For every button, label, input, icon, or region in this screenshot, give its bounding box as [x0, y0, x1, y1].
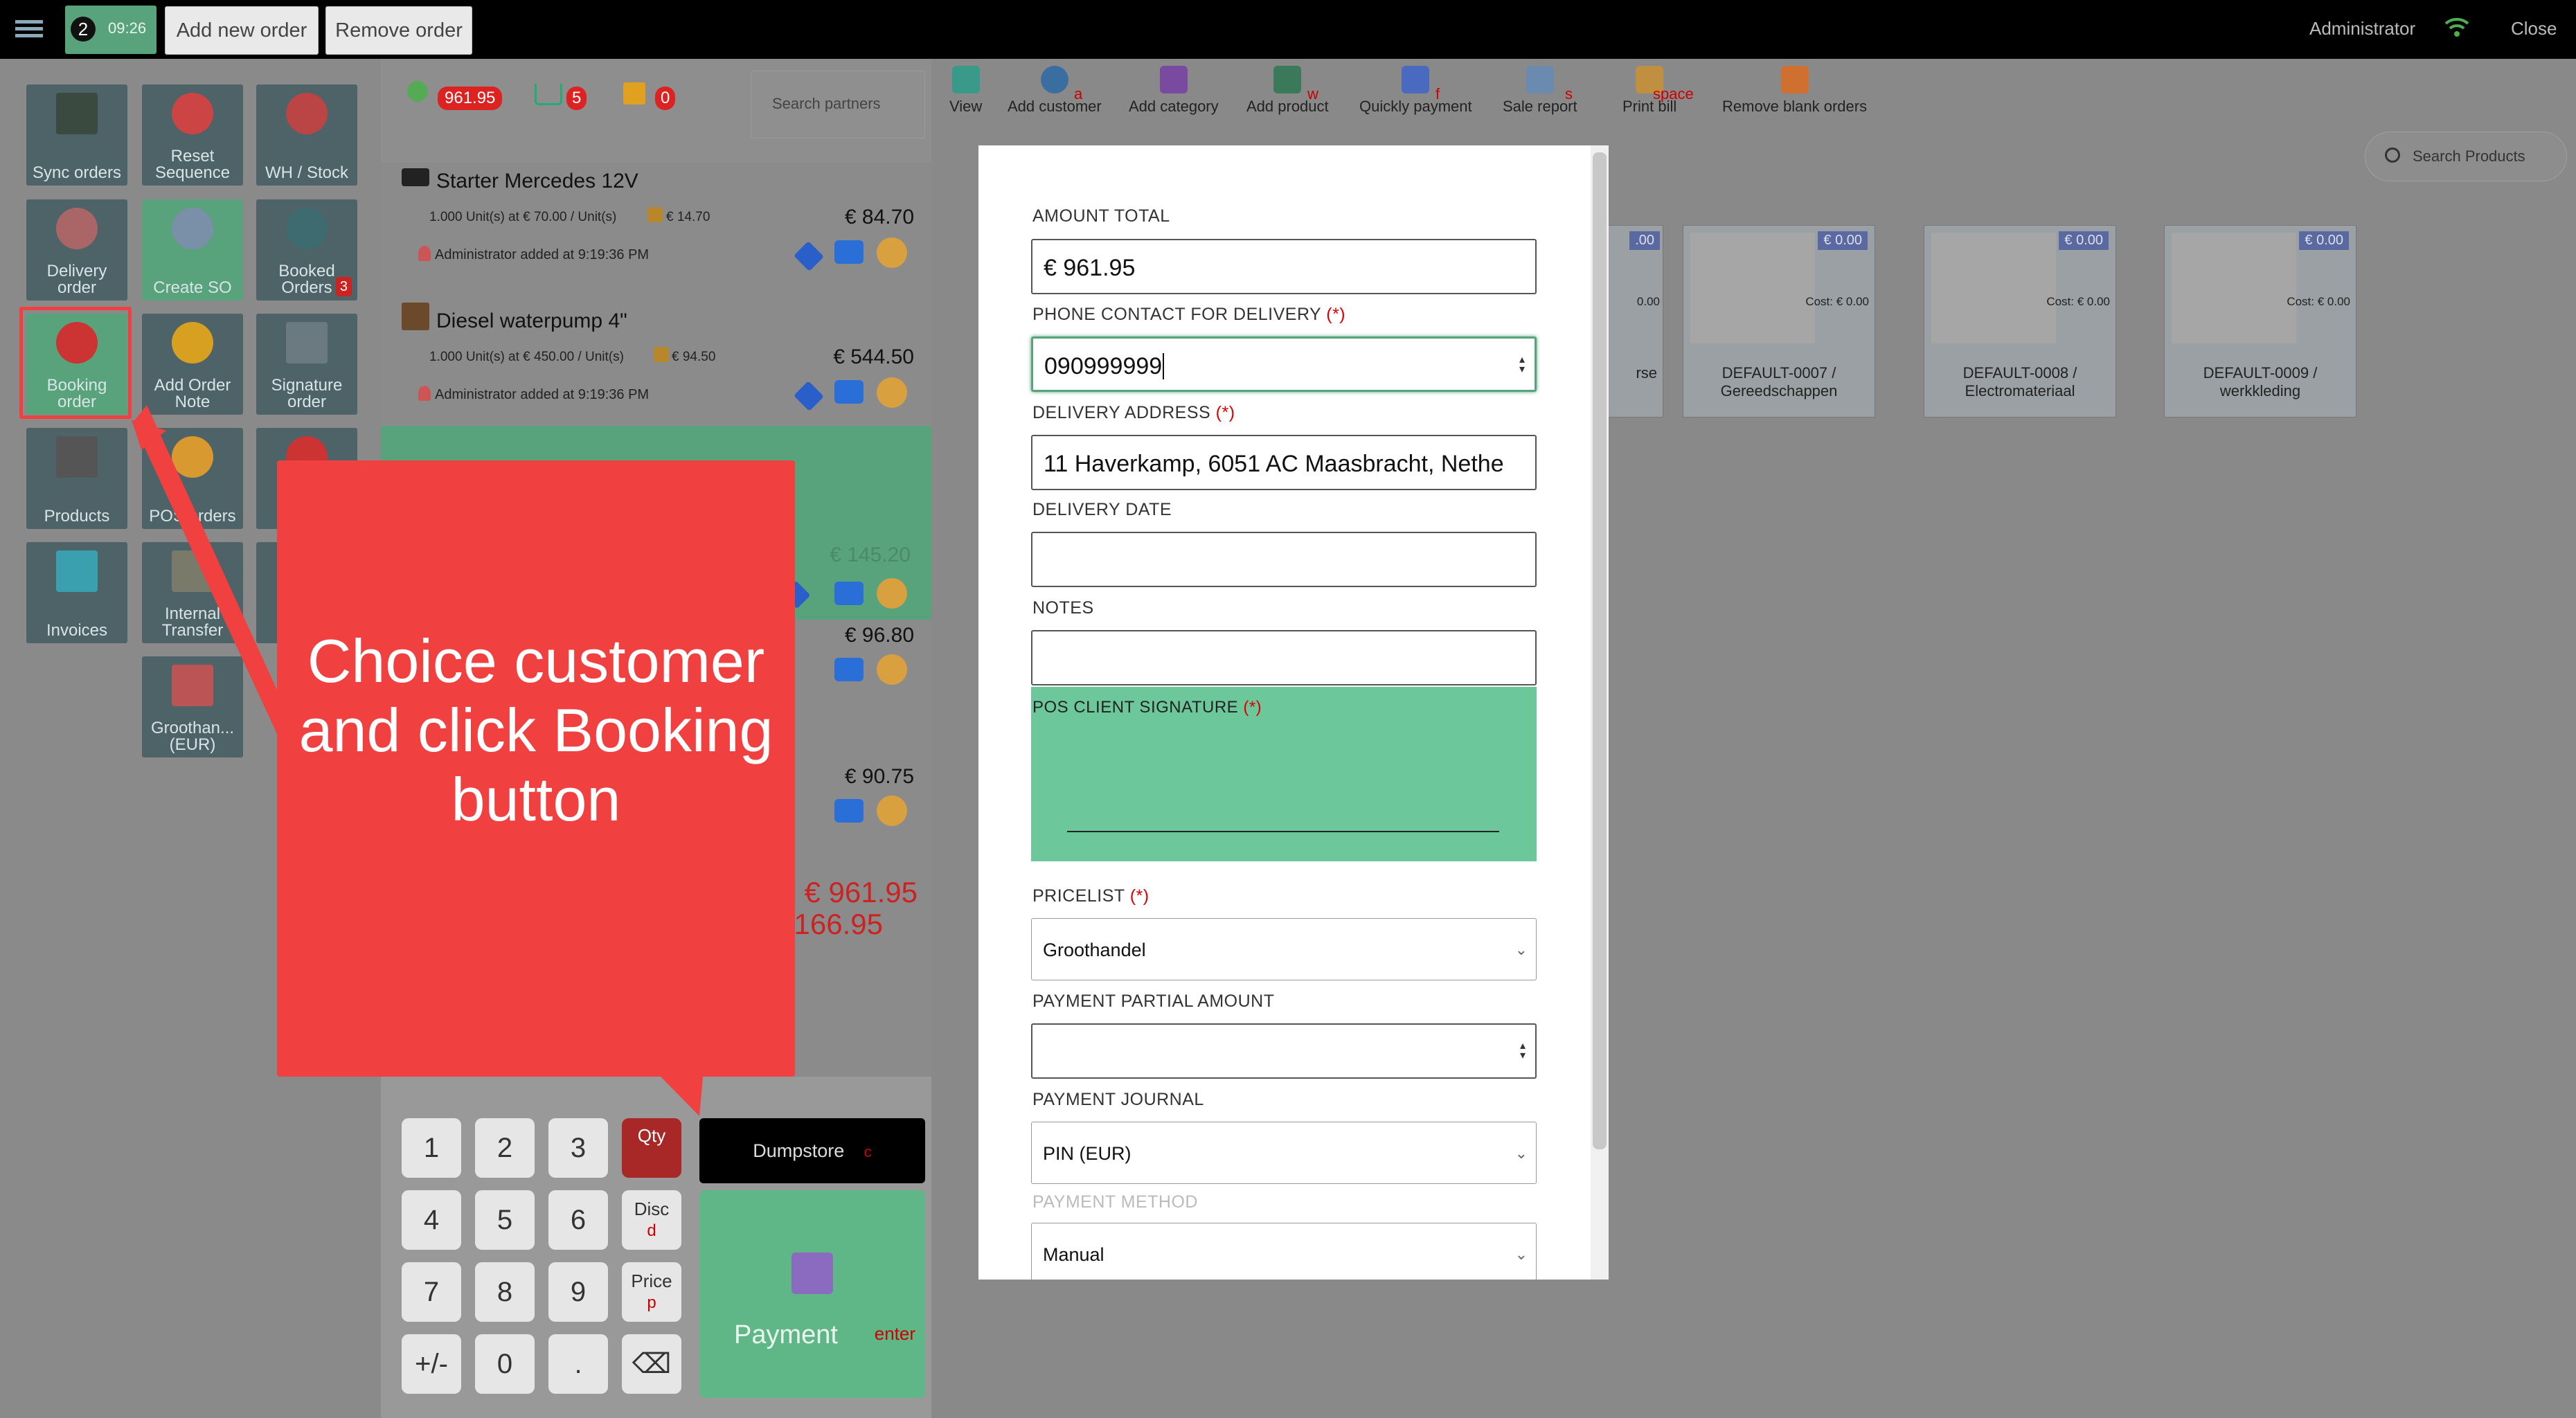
instruction-callout-text: Choice customer and click Booking button: [298, 627, 773, 834]
callout-pointer-to-booking: [133, 405, 291, 734]
instruction-callout: Choice customer and click Booking button: [277, 460, 795, 1077]
